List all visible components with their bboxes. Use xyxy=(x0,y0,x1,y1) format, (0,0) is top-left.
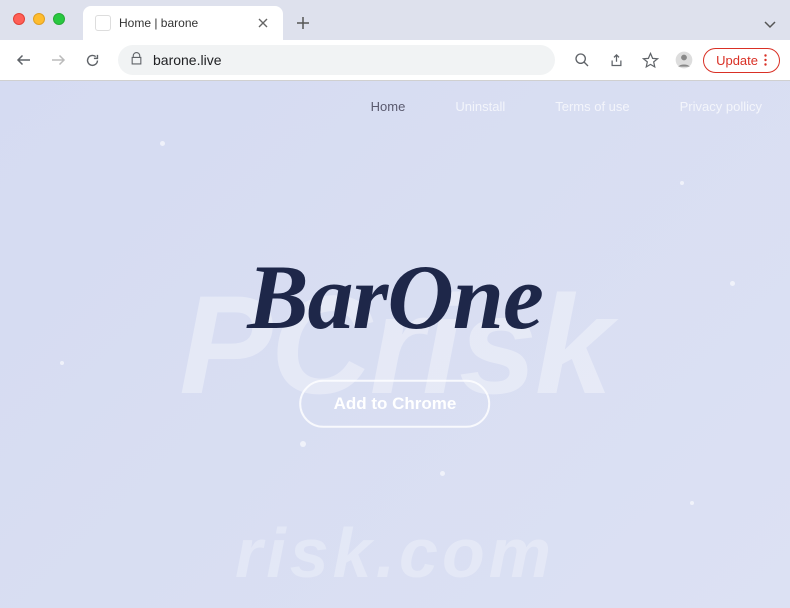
maximize-window-button[interactable] xyxy=(53,13,65,25)
close-icon xyxy=(258,18,268,28)
browser-tab[interactable]: Home | barone xyxy=(83,6,283,40)
share-button[interactable] xyxy=(601,45,631,75)
zoom-button[interactable] xyxy=(567,45,597,75)
address-bar[interactable]: barone.live xyxy=(118,45,555,75)
particle xyxy=(60,361,64,365)
star-icon xyxy=(642,52,659,69)
tab-favicon xyxy=(95,15,111,31)
particle xyxy=(730,281,735,286)
tabs-dropdown-button[interactable] xyxy=(764,16,776,34)
forward-button[interactable] xyxy=(44,46,72,74)
plus-icon xyxy=(296,16,310,30)
particle xyxy=(680,181,684,185)
tab-title: Home | barone xyxy=(119,16,255,30)
update-label: Update xyxy=(716,53,758,68)
nav-terms[interactable]: Terms of use xyxy=(555,99,629,114)
add-to-chrome-button[interactable]: Add to Chrome xyxy=(300,379,491,427)
zoom-icon xyxy=(574,52,590,68)
update-button[interactable]: Update xyxy=(703,48,780,73)
browser-chrome: Home | barone barone.live xyxy=(0,0,790,81)
watermark-sub: risk.com xyxy=(235,513,555,593)
profile-icon xyxy=(674,50,694,70)
lock-icon xyxy=(130,52,143,68)
arrow-right-icon xyxy=(49,51,67,69)
share-icon xyxy=(609,53,624,68)
particle xyxy=(690,501,694,505)
reload-icon xyxy=(84,52,101,69)
nav-uninstall[interactable]: Uninstall xyxy=(455,99,505,114)
tab-bar: Home | barone xyxy=(0,0,790,40)
bookmark-button[interactable] xyxy=(635,45,665,75)
page-nav: Home Uninstall Terms of use Privacy poll… xyxy=(371,99,762,114)
nav-home[interactable]: Home xyxy=(371,99,406,114)
chevron-down-icon xyxy=(764,21,776,29)
arrow-left-icon xyxy=(15,51,33,69)
back-button[interactable] xyxy=(10,46,38,74)
particle xyxy=(300,441,306,447)
profile-button[interactable] xyxy=(669,45,699,75)
new-tab-button[interactable] xyxy=(289,9,317,37)
page-content: PCrisk risk.com Home Uninstall Terms of … xyxy=(0,81,790,608)
particle xyxy=(160,141,165,146)
browser-toolbar: barone.live Update xyxy=(0,40,790,80)
close-window-button[interactable] xyxy=(13,13,25,25)
nav-privacy[interactable]: Privacy pollicy xyxy=(680,99,762,114)
reload-button[interactable] xyxy=(78,46,106,74)
minimize-window-button[interactable] xyxy=(33,13,45,25)
tab-close-button[interactable] xyxy=(255,15,271,31)
kebab-icon xyxy=(764,53,767,67)
window-controls xyxy=(13,13,65,25)
url-text: barone.live xyxy=(153,52,222,68)
particle xyxy=(440,471,445,476)
hero-title: BarOne xyxy=(247,243,543,349)
hero: BarOne Add to Chrome xyxy=(247,243,543,427)
toolbar-right: Update xyxy=(567,45,780,75)
